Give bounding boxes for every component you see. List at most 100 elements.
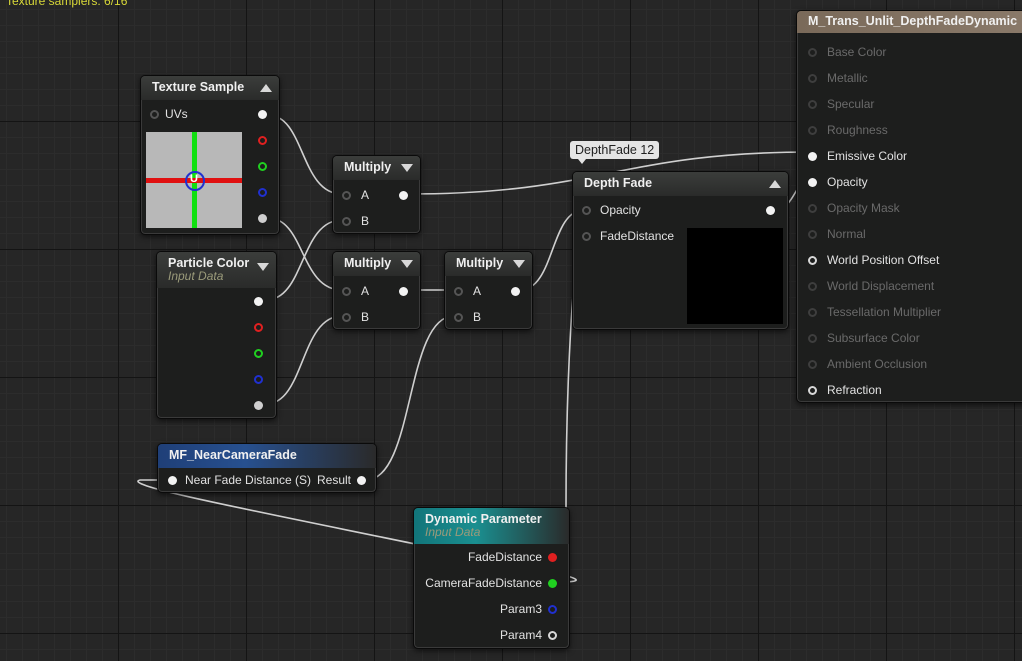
node-title: MF_NearCameraFade (169, 448, 297, 462)
b-input-pin[interactable] (454, 313, 463, 322)
fadedistance-output-pin[interactable] (548, 553, 557, 562)
b-input-pin[interactable] (342, 313, 351, 322)
node-title: Multiply (344, 256, 392, 270)
material-input-label: Ambient Occlusion (827, 357, 928, 371)
output-pin[interactable] (766, 206, 775, 215)
r-output-pin[interactable] (258, 136, 267, 145)
material-input-pin[interactable] (808, 308, 817, 317)
material-input-pin[interactable] (808, 204, 817, 213)
collapse-arrow-icon[interactable] (513, 260, 525, 268)
material-input-pin[interactable] (808, 126, 817, 135)
material-result-node[interactable]: M_Trans_Unlit_DepthFadeDynamic Base Colo… (796, 10, 1022, 403)
collapse-arrow-icon[interactable] (401, 164, 413, 172)
material-input-pin[interactable] (808, 334, 817, 343)
wire-mf-result-to-multiply3-b (365, 315, 455, 481)
uvs-input-pin[interactable] (150, 110, 159, 119)
material-input-pin[interactable] (808, 152, 817, 161)
node-header[interactable]: Multiply (333, 156, 420, 180)
material-input-label: Metallic (827, 71, 868, 85)
camerafadedistance-output-pin[interactable] (548, 579, 557, 588)
material-input-pin[interactable] (808, 100, 817, 109)
material-input-label: Normal (827, 227, 866, 241)
texture-samplers-status: Texture samplers: 6/16 (6, 0, 128, 8)
param4-output-pin[interactable] (548, 631, 557, 640)
b-output-pin[interactable] (258, 188, 267, 197)
material-input-pin[interactable] (808, 48, 817, 57)
multiply-node-2[interactable]: Multiply A B (332, 251, 421, 330)
mf-near-camera-fade-node[interactable]: MF_NearCameraFade Near Fade Distance (S)… (157, 443, 377, 493)
material-input-pin[interactable] (808, 386, 817, 395)
node-header[interactable]: Particle Color Input Data (157, 252, 276, 288)
a-output-pin[interactable] (254, 401, 263, 410)
camerafadedistance-output-label: CameraFadeDistance (425, 576, 542, 590)
material-input-label: Opacity Mask (827, 201, 900, 215)
collapse-arrow-icon[interactable] (769, 180, 781, 188)
material-input-label: Subsurface Color (827, 331, 920, 345)
node-title: M_Trans_Unlit_DepthFadeDynamic (808, 14, 1018, 28)
r-output-pin[interactable] (254, 323, 263, 332)
material-input-label: Tessellation Multiplier (827, 305, 942, 319)
param4-output-label: Param4 (499, 628, 542, 642)
collapse-arrow-icon[interactable] (257, 263, 269, 271)
material-input-pin[interactable] (808, 178, 817, 187)
material-input-label: Emissive Color (827, 149, 908, 163)
b-input-label: B (361, 310, 370, 324)
fadedistance-input-pin[interactable] (582, 232, 591, 241)
node-title: Texture Sample (152, 80, 245, 94)
g-output-pin[interactable] (254, 349, 263, 358)
multiply-node-1[interactable]: Multiply A B (332, 155, 421, 234)
particle-color-node[interactable]: Particle Color Input Data (156, 251, 277, 419)
a-input-label: A (361, 188, 370, 202)
opacity-input-pin[interactable] (582, 206, 591, 215)
node-header[interactable]: M_Trans_Unlit_DepthFadeDynamic (797, 11, 1022, 33)
param3-output-pin[interactable] (548, 605, 557, 614)
material-input-label: World Position Offset (827, 253, 940, 267)
multiply-node-3[interactable]: Multiply A B (444, 251, 533, 330)
a-input-pin[interactable] (342, 287, 351, 296)
param3-output-label: Param3 (499, 602, 542, 616)
depth-fade-node[interactable]: Depth Fade Opacity FadeDistance (572, 171, 789, 330)
node-header[interactable]: MF_NearCameraFade (158, 444, 376, 468)
near-fade-distance-input-pin[interactable] (168, 476, 177, 485)
collapse-arrow-icon[interactable] (401, 260, 413, 268)
material-input-pin[interactable] (808, 230, 817, 239)
a-output-pin[interactable] (258, 214, 267, 223)
node-comment-bubble: DepthFade 12 (570, 141, 660, 164)
near-fade-distance-input-label: Near Fade Distance (S) (185, 473, 312, 487)
texture-sample-node[interactable]: Texture Sample UVs U (140, 75, 280, 235)
dynamic-parameter-node[interactable]: Dynamic Parameter Input Data FadeDistanc… (413, 507, 570, 649)
g-output-pin[interactable] (258, 162, 267, 171)
node-header[interactable]: Multiply (333, 252, 420, 276)
node-subtitle: Input Data (168, 269, 224, 283)
rgb-output-pin[interactable] (258, 110, 267, 119)
b-output-pin[interactable] (254, 375, 263, 384)
node-header[interactable]: Dynamic Parameter Input Data (414, 508, 569, 544)
uvs-input-label: UVs (165, 107, 188, 121)
output-pin[interactable] (399, 287, 408, 296)
material-input-pin[interactable] (808, 282, 817, 291)
material-input-label: World Displacement (827, 279, 935, 293)
collapse-arrow-icon[interactable] (260, 84, 272, 92)
fadedistance-input-label: FadeDistance (600, 229, 675, 243)
material-input-pin[interactable] (808, 74, 817, 83)
rgb-output-pin[interactable] (254, 297, 263, 306)
b-input-label: B (473, 310, 482, 324)
material-input-pin[interactable] (808, 256, 817, 265)
node-header[interactable]: Multiply (445, 252, 532, 276)
b-input-pin[interactable] (342, 217, 351, 226)
result-output-pin[interactable] (357, 476, 366, 485)
material-input-label: Opacity (827, 175, 868, 189)
wire-particle-alpha-to-multiply2-b (265, 315, 343, 405)
material-input-label: Refraction (827, 383, 882, 397)
result-output-label: Result (317, 473, 352, 487)
node-header[interactable]: Texture Sample (141, 76, 279, 100)
node-header[interactable]: Depth Fade (573, 172, 788, 196)
a-input-pin[interactable] (342, 191, 351, 200)
a-input-pin[interactable] (454, 287, 463, 296)
material-input-label: Roughness (827, 123, 888, 137)
node-title: Depth Fade (584, 176, 653, 190)
node-subtitle: Input Data (425, 525, 481, 539)
output-pin[interactable] (511, 287, 520, 296)
material-input-pin[interactable] (808, 360, 817, 369)
output-pin[interactable] (399, 191, 408, 200)
